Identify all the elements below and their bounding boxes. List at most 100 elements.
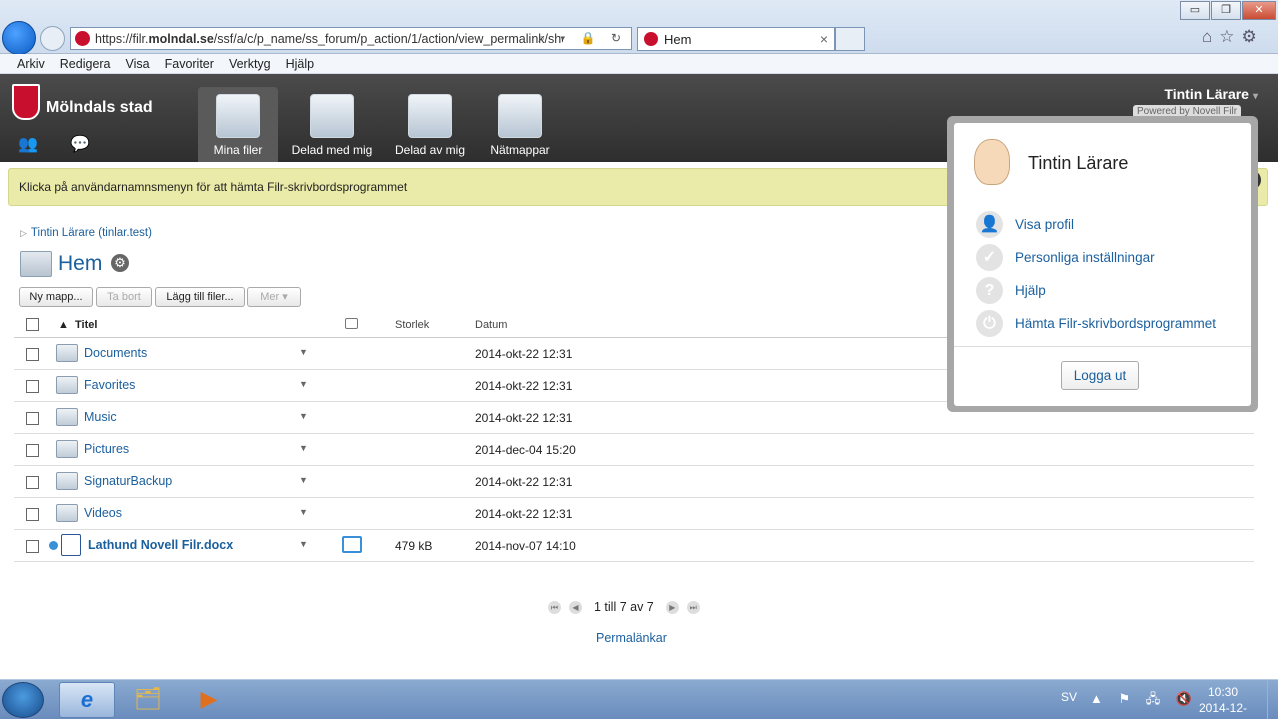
row-menu-chevron-icon[interactable]: ▼ bbox=[299, 411, 308, 421]
row-checkbox[interactable] bbox=[26, 508, 39, 521]
menu-item-label[interactable]: Visa profil bbox=[1015, 217, 1074, 232]
row-menu-chevron-icon[interactable]: ▼ bbox=[299, 539, 308, 549]
row-name-link[interactable]: Favorites bbox=[84, 378, 135, 392]
table-row[interactable]: Pictures ▼ 2014-dec-04 15:20 bbox=[14, 434, 1254, 466]
menu-arkiv[interactable]: Arkiv bbox=[17, 57, 45, 71]
column-date-header[interactable]: Datum bbox=[475, 319, 507, 331]
menu-verktyg[interactable]: Verktyg bbox=[229, 57, 271, 71]
window-close-button[interactable]: ✕ bbox=[1242, 1, 1276, 20]
address-tools-icons[interactable]: ⌕ ▾ 🔒 ↻ bbox=[538, 31, 627, 46]
row-name-link[interactable]: Pictures bbox=[84, 442, 129, 456]
folder-icon bbox=[56, 472, 78, 490]
power-icon: ⏻ bbox=[976, 310, 1003, 337]
row-date: 2014-okt-22 12:31 bbox=[475, 347, 573, 361]
permalinks-link[interactable]: Permalänkar bbox=[596, 631, 667, 645]
folder-icon: 🗂 bbox=[134, 686, 162, 711]
comment-icon[interactable] bbox=[342, 536, 362, 553]
nav-mina-filer[interactable]: Mina filer bbox=[198, 87, 278, 162]
menu-item-label[interactable]: Hämta Filr-skrivbordsprogrammet bbox=[1015, 316, 1216, 331]
new-tab-button[interactable] bbox=[835, 27, 865, 51]
internet-explorer-taskbar-button[interactable]: e bbox=[59, 682, 115, 718]
user-name: Tintin Lärare bbox=[1164, 86, 1249, 102]
browser-titlebar: https://filr.molndal.se/ssf/a/c/p_name/s… bbox=[0, 0, 1278, 55]
next-page-icon[interactable]: ▶ bbox=[665, 601, 679, 615]
row-checkbox[interactable] bbox=[26, 540, 39, 553]
row-name-link[interactable]: Videos bbox=[84, 506, 122, 520]
menu-visa[interactable]: Visa bbox=[126, 57, 150, 71]
show-desktop-button[interactable] bbox=[1267, 680, 1278, 719]
folder-icon bbox=[56, 408, 78, 426]
row-name-link[interactable]: SignaturBackup bbox=[84, 474, 172, 488]
menu-item-download-desktop[interactable]: ⏻ Hämta Filr-skrivbordsprogrammet bbox=[976, 310, 1246, 338]
breadcrumb-text[interactable]: Tintin Lärare (tinlar.test) bbox=[31, 227, 152, 239]
system-tray-icons[interactable]: ▲ ⚑ 🖧 🔇 bbox=[1090, 690, 1198, 712]
language-indicator[interactable]: SV bbox=[1061, 690, 1077, 704]
nav-label: Delad med mig bbox=[291, 143, 373, 157]
menu-item-help[interactable]: ? Hjälp bbox=[976, 277, 1246, 305]
chat-icon[interactable]: 💬 bbox=[70, 134, 90, 154]
row-checkbox[interactable] bbox=[26, 412, 39, 425]
menu-favoriter[interactable]: Favoriter bbox=[165, 57, 214, 71]
nav-natmappar[interactable]: Nätmappar bbox=[485, 87, 555, 162]
back-button[interactable] bbox=[2, 21, 36, 55]
row-name-link[interactable]: Lathund Novell Filr.docx bbox=[88, 538, 233, 552]
banner-text: Klicka på användarnamnsmenyn för att häm… bbox=[19, 180, 408, 194]
home-favorites-settings-icons[interactable]: ⌂☆⚙ bbox=[1202, 27, 1264, 47]
gear-icon[interactable]: ⚙ bbox=[111, 254, 129, 272]
row-menu-chevron-icon[interactable]: ▼ bbox=[299, 347, 308, 357]
row-menu-chevron-icon[interactable]: ▼ bbox=[299, 379, 308, 389]
nav-label: Mina filer bbox=[213, 143, 263, 157]
row-menu-chevron-icon[interactable]: ▼ bbox=[299, 507, 308, 517]
nav-delad-med-mig[interactable]: Delad med mig bbox=[287, 87, 377, 162]
table-row[interactable]: SignaturBackup ▼ 2014-okt-22 12:31 bbox=[14, 466, 1254, 498]
select-all-checkbox[interactable] bbox=[26, 318, 39, 331]
row-checkbox[interactable] bbox=[26, 348, 39, 361]
more-button[interactable]: Mer ▾ bbox=[247, 287, 301, 307]
prev-page-icon[interactable]: ◀ bbox=[569, 601, 582, 615]
people-icon[interactable]: 👥 bbox=[18, 134, 38, 154]
start-button[interactable] bbox=[2, 682, 44, 718]
row-checkbox[interactable] bbox=[26, 444, 39, 457]
popup-user-name: Tintin Lärare bbox=[1028, 153, 1129, 173]
last-page-icon[interactable]: ⏭ bbox=[686, 601, 700, 615]
menu-item-view-profile[interactable]: 👤 Visa profil bbox=[976, 211, 1246, 239]
row-name-link[interactable]: Documents bbox=[84, 346, 147, 360]
first-page-icon[interactable]: ⏮ bbox=[548, 601, 561, 615]
nav-delad-av-mig[interactable]: Delad av mig bbox=[390, 87, 470, 162]
row-date: 2014-nov-07 14:10 bbox=[475, 539, 576, 553]
menu-redigera[interactable]: Redigera bbox=[60, 57, 111, 71]
delete-button[interactable]: Ta bort bbox=[96, 287, 152, 307]
address-bar[interactable]: https://filr.molndal.se/ssf/a/c/p_name/s… bbox=[70, 27, 632, 50]
file-explorer-taskbar-button[interactable]: 🗂 bbox=[120, 682, 176, 718]
minimize-button[interactable]: ▭ bbox=[1180, 1, 1210, 20]
menu-hjalp[interactable]: Hjälp bbox=[286, 57, 315, 71]
row-menu-chevron-icon[interactable]: ▼ bbox=[299, 475, 308, 485]
row-checkbox[interactable] bbox=[26, 380, 39, 393]
new-item-dot-icon bbox=[49, 541, 58, 550]
tab-close-icon[interactable]: × bbox=[820, 31, 828, 47]
user-menu[interactable]: Tintin Lärare ▾ bbox=[1164, 86, 1258, 102]
browser-tab[interactable]: Hem × bbox=[637, 27, 835, 51]
logout-button[interactable]: Logga ut bbox=[1061, 361, 1139, 390]
row-checkbox[interactable] bbox=[26, 476, 39, 489]
pager-text: 1 till 7 av 7 bbox=[594, 600, 654, 614]
new-folder-button[interactable]: Ny mapp... bbox=[19, 287, 93, 307]
column-title-header[interactable]: ▲ Titel bbox=[58, 319, 97, 331]
browser-menubar: Arkiv Redigera Visa Favoriter Verktyg Hj… bbox=[0, 54, 1278, 74]
clock[interactable]: 10:30 2014-12-05 bbox=[1193, 684, 1253, 719]
breadcrumb[interactable]: ▷ Tintin Lärare (tinlar.test) bbox=[20, 227, 152, 239]
menu-item-personal-settings[interactable]: ✓ Personliga inställningar bbox=[976, 244, 1246, 272]
row-menu-chevron-icon[interactable]: ▼ bbox=[299, 443, 308, 453]
table-row[interactable]: Videos ▼ 2014-okt-22 12:31 bbox=[14, 498, 1254, 530]
column-size-header[interactable]: Storlek bbox=[395, 319, 429, 331]
maximize-button[interactable]: ❐ bbox=[1211, 1, 1241, 20]
address-url[interactable]: https://filr.molndal.se/ssf/a/c/p_name/s… bbox=[95, 32, 563, 46]
menu-item-label[interactable]: Hjälp bbox=[1015, 283, 1046, 298]
media-player-taskbar-button[interactable]: ▶ bbox=[181, 682, 237, 718]
pager: ⏮ ◀ 1 till 7 av 7 ▶ ⏭ bbox=[548, 600, 708, 615]
forward-button[interactable] bbox=[40, 26, 65, 51]
add-files-button[interactable]: Lägg till filer... bbox=[155, 287, 245, 307]
table-row[interactable]: Lathund Novell Filr.docx ▼ 479 kB 2014-n… bbox=[14, 530, 1254, 562]
row-name-link[interactable]: Music bbox=[84, 410, 117, 424]
menu-item-label[interactable]: Personliga inställningar bbox=[1015, 250, 1155, 265]
